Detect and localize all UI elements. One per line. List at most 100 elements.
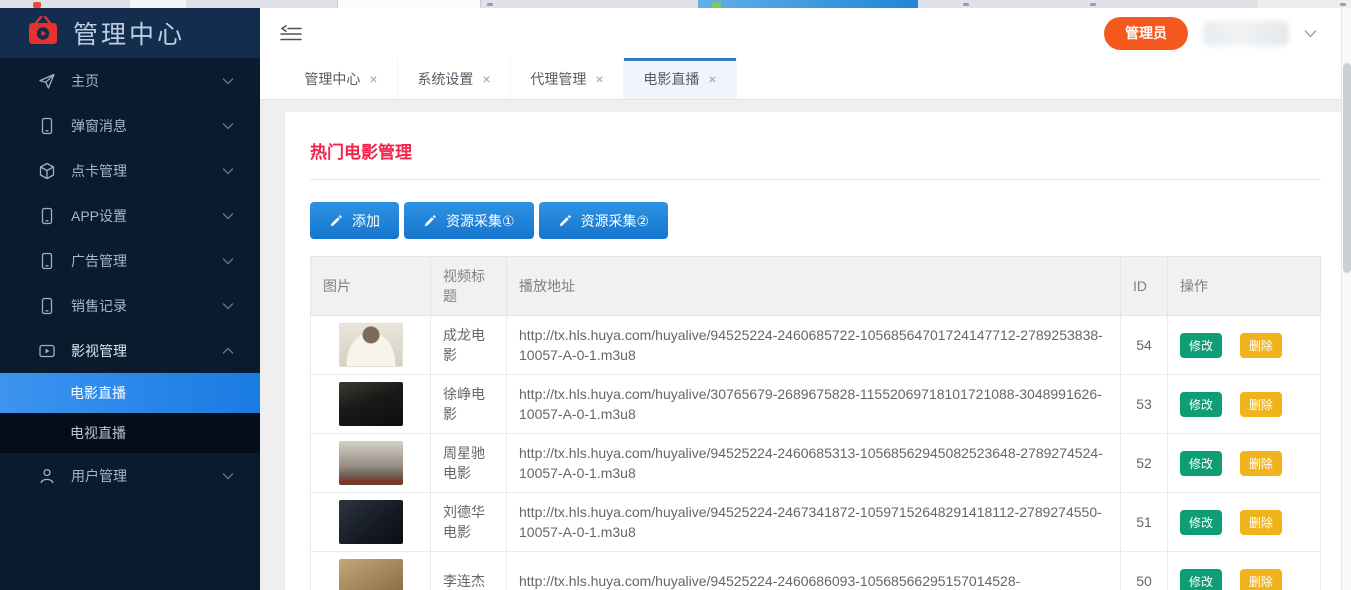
edit-button[interactable]: 修改 [1180,510,1222,535]
content-area: 热门电影管理 添加 资源采集① [260,100,1351,590]
sidebar-item-label: 销售记录 [71,296,222,316]
sidebar-item-app-settings[interactable]: APP设置 [0,193,260,238]
close-icon[interactable]: × [595,72,603,86]
chevron-down-icon [222,472,234,480]
resource-collect-1-button[interactable]: 资源采集① [404,202,534,239]
close-icon[interactable]: × [482,72,490,86]
table-row: 刘德华电影 http://tx.hls.huya.com/huyalive/94… [311,493,1321,552]
tab-label: 电影直播 [643,69,699,89]
movie-id: 53 [1121,375,1168,434]
delete-button[interactable]: 删除 [1240,510,1282,535]
movie-thumbnail [339,500,403,544]
table-body: 成龙电影 http://tx.hls.huya.com/huyalive/945… [311,316,1321,590]
edit-button[interactable]: 修改 [1180,392,1222,417]
sidebar-item-sales-records[interactable]: 销售记录 [0,283,260,328]
sidebar-item-label: 用户管理 [71,466,222,486]
sidebar-item-ad-management[interactable]: 广告管理 [0,238,260,283]
mobile-icon [38,207,56,225]
actions-cell: 修改 删除 [1168,493,1321,552]
edit-button[interactable]: 修改 [1180,569,1222,590]
app-title: 管理中心 [73,15,185,51]
movie-thumbnail [339,382,403,426]
movie-thumbnail [339,559,403,590]
tab-label: 管理中心 [304,69,360,89]
sidebar-submenu-video: 电影直播 电视直播 [0,373,260,453]
paper-plane-icon [38,72,56,90]
image-cell [311,434,431,493]
sidebar-item-user-management[interactable]: 用户管理 [0,453,260,498]
user-dropdown-chevron-icon[interactable] [1304,29,1317,38]
pencil-icon [558,214,572,228]
tab-bar: 管理中心 × 系统设置 × 代理管理 × 电影直播 × [260,58,1351,100]
chevron-down-icon [222,77,234,85]
close-icon[interactable]: × [708,72,716,86]
sidebar: 管理中心 主页 弹窗消息 [0,8,260,590]
image-cell [311,316,431,375]
edit-button[interactable]: 修改 [1180,451,1222,476]
admin-role-button[interactable]: 管理员 [1104,17,1188,50]
sidebar-submenu-tv-live[interactable]: 电视直播 [0,413,260,453]
delete-button[interactable]: 删除 [1240,569,1282,590]
col-header-actions: 操作 [1168,257,1321,316]
header-right: 管理员 [1104,17,1331,50]
page-title: 热门电影管理 [310,138,1321,163]
pencil-icon [423,214,437,228]
sidebar-item-popup-messages[interactable]: 弹窗消息 [0,103,260,148]
close-icon[interactable]: × [369,72,377,86]
tab-management-center[interactable]: 管理中心 × [285,58,398,99]
username-redacted[interactable] [1203,21,1289,46]
browser-icon-dot [963,3,969,6]
delete-button[interactable]: 删除 [1240,451,1282,476]
menu-fold-icon[interactable] [280,25,302,41]
edit-button[interactable]: 修改 [1180,333,1222,358]
table-row: 徐峥电影 http://tx.hls.huya.com/huyalive/307… [311,375,1321,434]
movie-title: 刘德华电影 [431,493,507,552]
movie-id: 50 [1121,552,1168,590]
sidebar-item-label: 主页 [71,71,222,91]
browser-tab-fragment [1258,0,1351,8]
tab-system-settings[interactable]: 系统设置 × [398,58,511,99]
scrollbar-thumb[interactable] [1343,63,1351,273]
delete-button[interactable]: 删除 [1240,333,1282,358]
table-row: 成龙电影 http://tx.hls.huya.com/huyalive/945… [311,316,1321,375]
col-header-id: ID [1121,257,1168,316]
chevron-down-icon [222,302,234,310]
sidebar-submenu-movie-live[interactable]: 电影直播 [0,373,260,413]
col-header-image: 图片 [311,257,431,316]
browser-scrollbar[interactable] [1341,8,1351,590]
sidebar-item-home[interactable]: 主页 [0,58,260,103]
actions-cell: 修改 删除 [1168,375,1321,434]
movie-title: 成龙电影 [431,316,507,375]
user-icon [38,467,56,485]
button-label: 资源采集② [581,211,650,231]
sidebar-item-video-management[interactable]: 影视管理 [0,328,260,373]
movie-thumbnail [339,441,403,485]
movie-title: 周星驰电影 [431,434,507,493]
mobile-icon [38,117,56,135]
tab-agent-management[interactable]: 代理管理 × [511,58,624,99]
image-cell [311,552,431,590]
chevron-down-icon [222,257,234,265]
sidebar-item-card-management[interactable]: 点卡管理 [0,148,260,193]
tab-movie-live[interactable]: 电影直播 × [624,58,737,99]
screen: 管理中心 主页 弹窗消息 [0,0,1351,590]
browser-tab-fragment [130,0,186,8]
main-area: 管理员 管理中心 × 系统设置 × 代理管理 × [260,8,1351,590]
browser-icon-dot [487,3,493,6]
browser-tab-strip [0,0,1351,8]
browser-icon-dot [1090,3,1096,6]
sidebar-item-label: 点卡管理 [71,161,222,181]
image-cell [311,493,431,552]
browser-tab-fragment [337,0,481,8]
mobile-icon [38,297,56,315]
delete-button[interactable]: 删除 [1240,392,1282,417]
mobile-icon [38,252,56,270]
movie-url: http://tx.hls.huya.com/huyalive/94525224… [507,316,1121,375]
divider [310,179,1321,180]
resource-collect-2-button[interactable]: 资源采集② [539,202,669,239]
add-button[interactable]: 添加 [310,202,399,239]
actions-cell: 修改 删除 [1168,316,1321,375]
actions-cell: 修改 删除 [1168,434,1321,493]
movie-table: 图片 视频标题 播放地址 ID 操作 成龙电影 http://tx.hls.hu… [310,256,1321,590]
tab-label: 代理管理 [530,69,586,89]
